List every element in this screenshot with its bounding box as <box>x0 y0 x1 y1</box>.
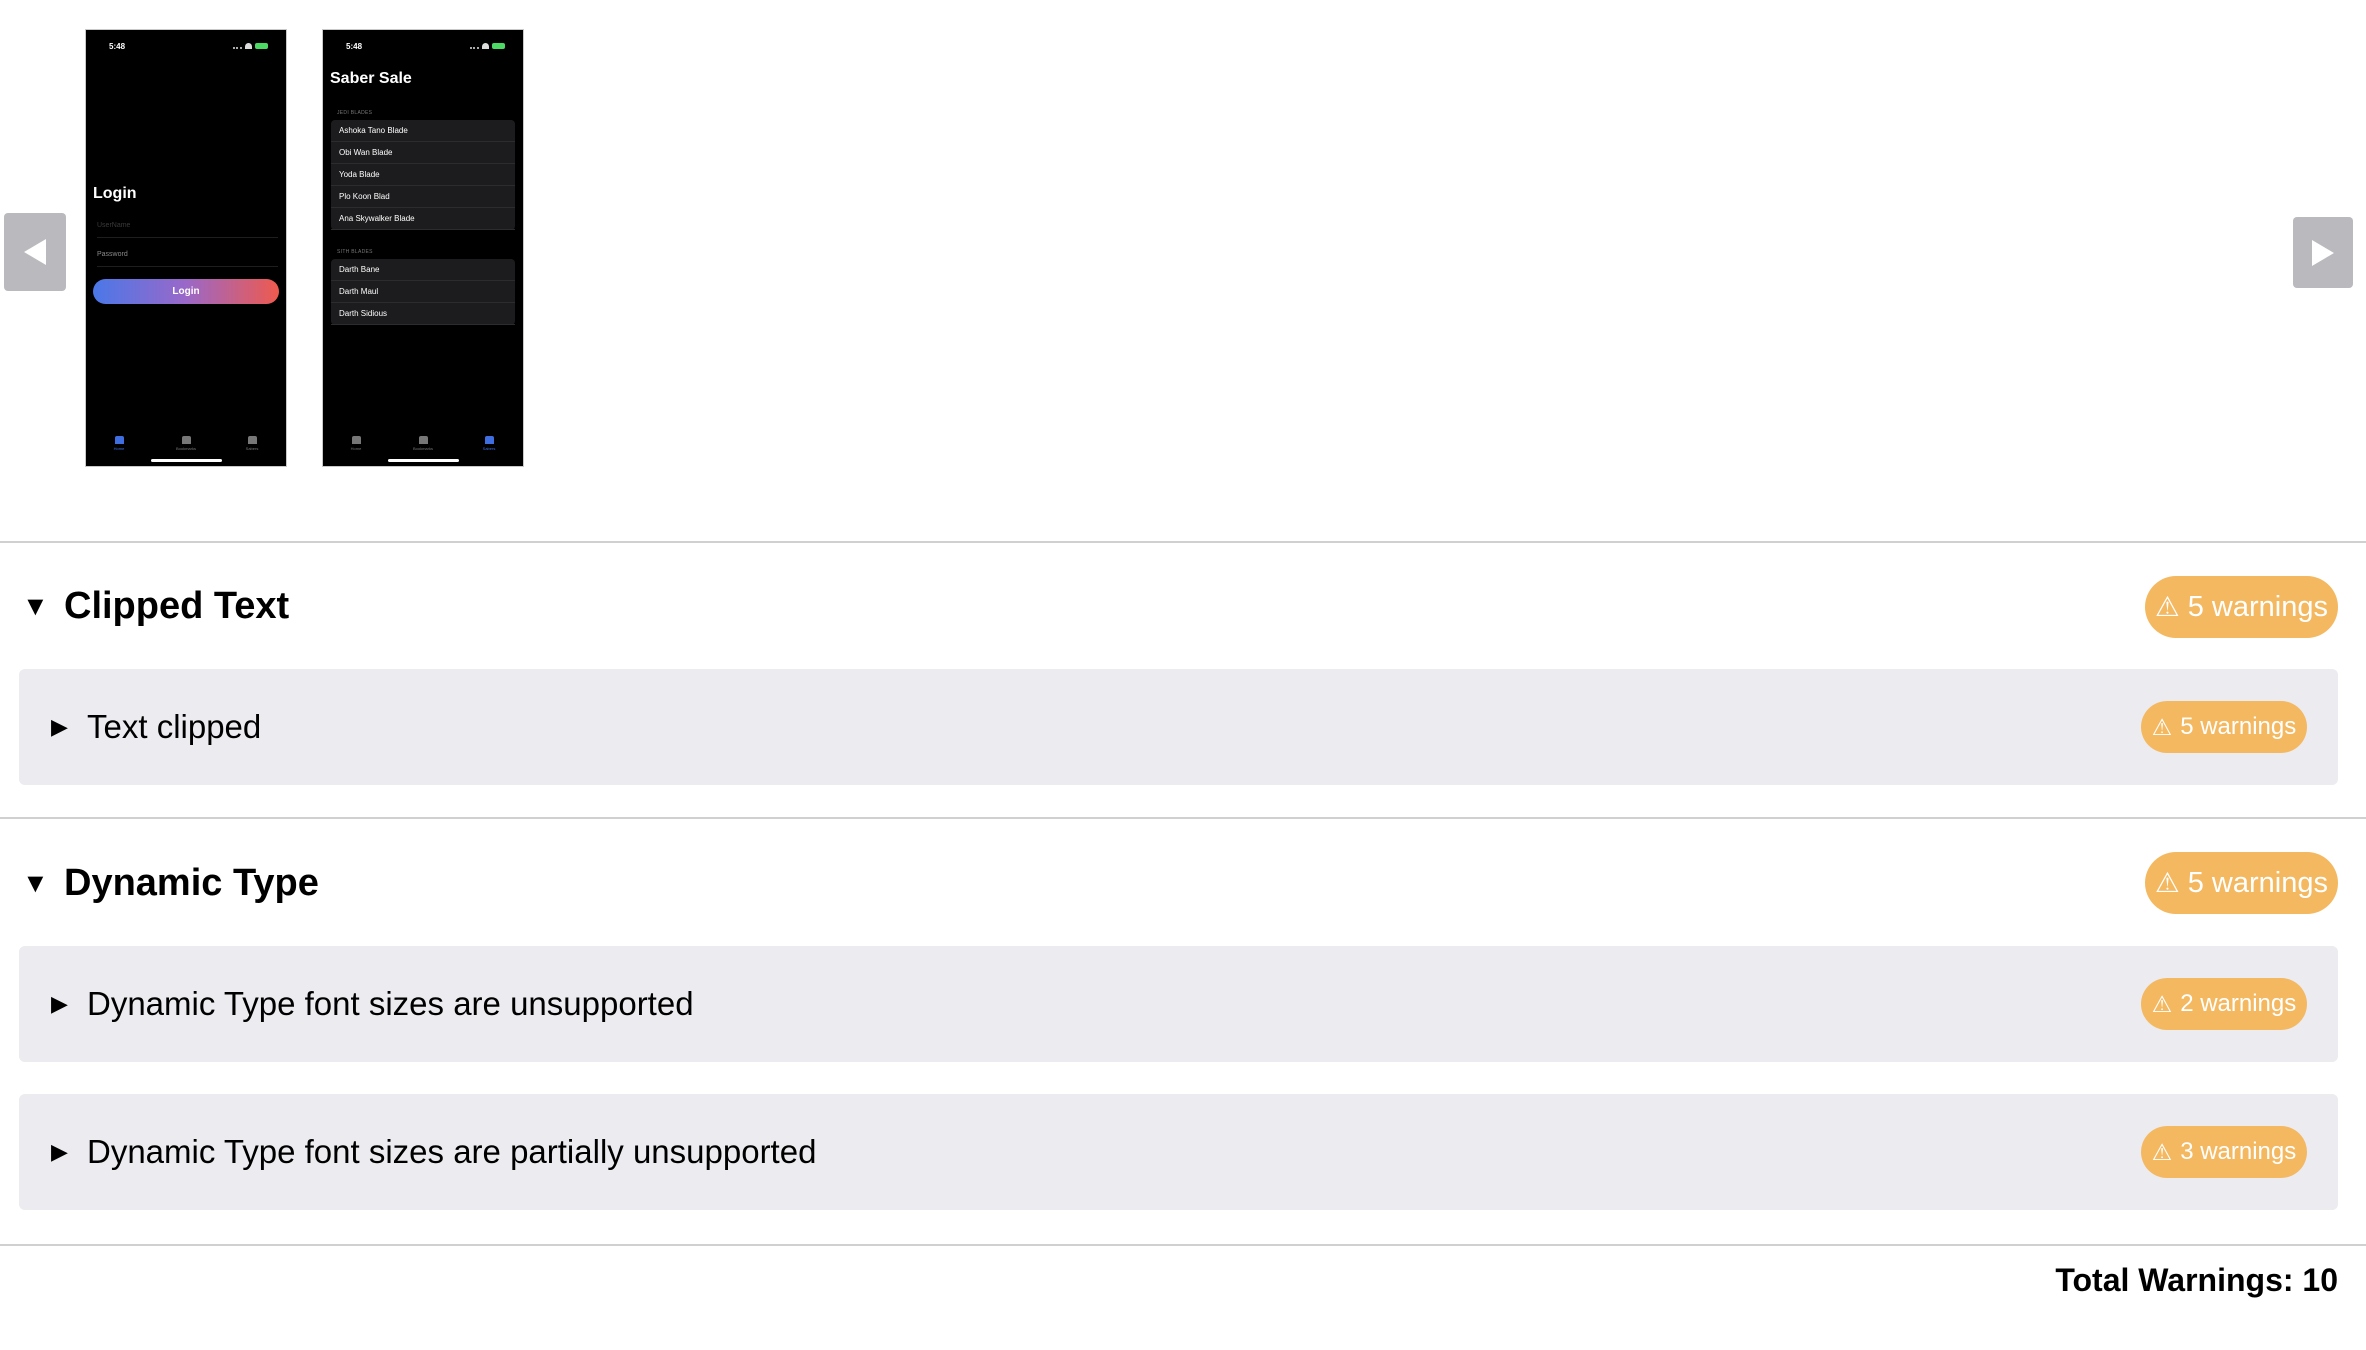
home-indicator <box>388 459 459 462</box>
issue-row-text-clipped[interactable]: ▶ Text clipped ⚠ 5 warnings <box>19 669 2338 785</box>
list-item: Darth Sidious <box>331 303 515 325</box>
list-item: Obi Wan Blade <box>331 142 515 164</box>
carousel-prev-button[interactable] <box>4 213 66 291</box>
section-title: Dynamic Type <box>64 861 319 904</box>
battery-icon <box>255 43 268 49</box>
warning-icon: ⚠ <box>2155 591 2180 622</box>
disclosure-expanded-icon: ▼ <box>22 590 49 621</box>
issue-label: Dynamic Type font sizes are unsupported <box>87 985 694 1022</box>
login-button: Login <box>93 279 279 304</box>
tab-bar: Home Bookmarks Sabers <box>86 436 286 460</box>
status-time: 5:48 <box>109 42 126 51</box>
triangle-right-icon <box>2312 239 2334 266</box>
status-bar: 5:48 <box>323 42 523 52</box>
warning-count-badge: ⚠ 3 warnings <box>2141 1126 2307 1178</box>
status-bar: 5:48 <box>86 42 286 52</box>
home-indicator <box>151 459 222 462</box>
saber-sale-title: Saber Sale <box>330 70 412 87</box>
list-icon <box>247 436 257 444</box>
battery-icon <box>492 43 505 49</box>
screenshot-carousel: 5:48 Login UserName Password Login Home … <box>0 0 2366 540</box>
list-icon <box>484 436 494 444</box>
tab-bookmarks: Bookmarks <box>166 436 206 451</box>
list-item: Yoda Blade <box>331 164 515 186</box>
wifi-icon <box>245 43 252 49</box>
tab-sabers: Sabers <box>469 436 509 451</box>
home-icon <box>114 436 124 444</box>
tab-bar: Home Bookmarks Sabers <box>323 436 523 460</box>
signal-icon <box>470 43 479 49</box>
disclosure-collapsed-icon: ▶ <box>51 991 68 1016</box>
username-field: UserName <box>97 216 278 238</box>
bell-icon <box>181 436 191 444</box>
issue-row-dynamic-type-unsupported[interactable]: ▶ Dynamic Type font sizes are unsupporte… <box>19 946 2338 1062</box>
divider <box>0 817 2366 819</box>
sith-blades-list: Darth Bane Darth Maul Darth Sidious <box>331 259 515 325</box>
issue-row-dynamic-type-partially-unsupported[interactable]: ▶ Dynamic Type font sizes are partially … <box>19 1094 2338 1210</box>
tab-bookmarks: Bookmarks <box>403 436 443 451</box>
disclosure-expanded-icon: ▼ <box>22 867 49 898</box>
section-title: Clipped Text <box>64 584 290 627</box>
section-clipped-text-header[interactable]: ▼ Clipped Text <box>22 582 289 630</box>
warning-icon: ⚠ <box>2151 990 2173 1017</box>
list-item: Darth Maul <box>331 281 515 303</box>
warning-count-badge: ⚠ 5 warnings <box>2145 852 2338 914</box>
list-section-header: JEDI BLADES <box>337 110 373 116</box>
total-warnings: Total Warnings: 10 <box>2055 1262 2338 1298</box>
home-icon <box>351 436 361 444</box>
list-item: Plo Koon Blad <box>331 186 515 208</box>
list-item: Darth Bane <box>331 259 515 281</box>
tab-home: Home <box>336 436 376 451</box>
list-item: Ashoka Tano Blade <box>331 120 515 142</box>
wifi-icon <box>482 43 489 49</box>
signal-icon <box>233 43 242 49</box>
divider <box>0 541 2366 543</box>
list-item: Ana Skywalker Blade <box>331 208 515 230</box>
tab-home: Home <box>99 436 139 451</box>
warning-count-badge: ⚠ 5 warnings <box>2141 701 2307 753</box>
bell-icon <box>418 436 428 444</box>
list-section-header: SITH BLADES <box>337 249 373 255</box>
screenshot-thumbnail-login[interactable]: 5:48 Login UserName Password Login Home … <box>85 29 287 467</box>
issue-label: Text clipped <box>87 708 262 745</box>
disclosure-collapsed-icon: ▶ <box>51 714 68 739</box>
warning-icon: ⚠ <box>2151 713 2173 740</box>
disclosure-collapsed-icon: ▶ <box>51 1139 68 1164</box>
screenshot-thumbnail-saber-sale[interactable]: 5:48 Saber Sale JEDI BLADES Ashoka Tano … <box>322 29 524 467</box>
warning-icon: ⚠ <box>2151 1138 2173 1165</box>
divider <box>0 1244 2366 1246</box>
password-field: Password <box>97 245 278 267</box>
warning-count-badge: ⚠ 2 warnings <box>2141 978 2307 1030</box>
section-dynamic-type-header[interactable]: ▼ Dynamic Type <box>22 859 319 907</box>
status-time: 5:48 <box>346 42 363 51</box>
carousel-next-button[interactable] <box>2293 217 2353 288</box>
triangle-left-icon <box>24 239 46 265</box>
warning-icon: ⚠ <box>2155 867 2180 898</box>
tab-sabers: Sabers <box>232 436 272 451</box>
jedi-blades-list: Ashoka Tano Blade Obi Wan Blade Yoda Bla… <box>331 120 515 230</box>
issue-label: Dynamic Type font sizes are partially un… <box>87 1133 817 1170</box>
warning-count-badge: ⚠ 5 warnings <box>2145 576 2338 638</box>
login-title: Login <box>93 185 137 202</box>
